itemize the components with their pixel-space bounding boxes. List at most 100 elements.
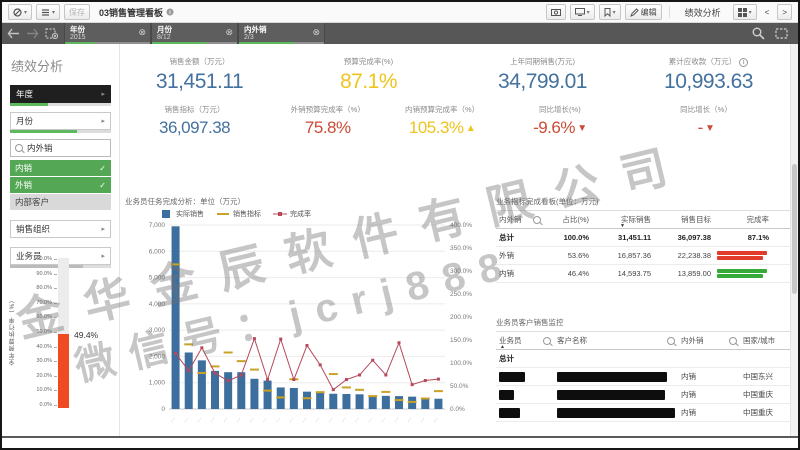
search-icon[interactable] (729, 337, 737, 345)
kpi-kpi_row2-3[interactable]: 内销预算完成率（%）105.3% ▲ (386, 104, 497, 138)
rate-point-marker[interactable] (200, 346, 203, 349)
selection-chip-月份[interactable]: 月份8/12⊗ (151, 23, 238, 44)
target-dash-marker[interactable] (421, 397, 430, 399)
selection-chip-年份[interactable]: 年份2015⊗ (64, 23, 151, 44)
column-header-内外销[interactable]: 内外销 (678, 332, 740, 350)
target-completion-table[interactable]: 内外销占比(%)实际销售▼销售目标完成率上年同期总计100.0%31,451.1… (496, 210, 800, 283)
bar-actual-sales[interactable] (395, 396, 403, 409)
bar-actual-sales[interactable] (172, 226, 180, 409)
kpi-kpi_row2-4[interactable]: 同比增长(%)-9.6% ▼ (498, 104, 622, 138)
salesperson-task-chart[interactable]: 业务员任务完成分析：单位（万元） 实际销售销售指标完成率 01,0002,000… (125, 196, 493, 436)
table-row[interactable]: 内销中国东兴 (496, 368, 800, 386)
search-icon[interactable] (543, 337, 551, 345)
rate-point-marker[interactable] (187, 369, 190, 372)
clear-filter-icon[interactable]: ⊗ (312, 27, 320, 38)
bar-actual-sales[interactable] (290, 388, 298, 409)
storytelling-button[interactable]: ▾ (570, 4, 595, 20)
clear-selections-icon[interactable] (45, 28, 58, 39)
rate-point-marker[interactable] (240, 373, 243, 376)
target-dash-marker[interactable] (355, 389, 364, 391)
filter-sales-org[interactable]: 销售组织 ▸ (10, 220, 111, 238)
cell-customer-name[interactable] (554, 368, 678, 386)
bar-actual-sales[interactable] (356, 394, 364, 409)
rate-point-marker[interactable] (398, 341, 401, 344)
navigation-menu-button[interactable]: ▾ (8, 4, 32, 20)
cell-salesperson[interactable] (496, 404, 554, 422)
selections-forward-icon[interactable] (26, 28, 39, 39)
target-dash-marker[interactable] (316, 391, 325, 393)
target-dash-marker[interactable] (197, 372, 206, 374)
bar-actual-sales[interactable] (382, 396, 390, 409)
cell-salesperson[interactable] (496, 386, 554, 404)
selections-back-icon[interactable] (7, 28, 20, 39)
kpi-kpi_row2-2[interactable]: 外销预算完成率（%）75.8% (269, 104, 386, 138)
bar-actual-sales[interactable] (264, 381, 272, 409)
rate-point-marker[interactable] (319, 363, 322, 366)
bar-actual-sales[interactable] (369, 395, 377, 409)
bar-actual-sales[interactable] (329, 394, 337, 409)
rate-point-marker[interactable] (384, 373, 387, 376)
column-header-实际销售[interactable]: 实际销售▼ (592, 211, 654, 229)
cell-salesperson[interactable]: 总计 (496, 350, 554, 368)
prev-sheet-button[interactable]: < (761, 5, 774, 19)
column-header-业务员[interactable]: 业务员▲ (496, 332, 554, 350)
save-button[interactable]: 保存 (64, 4, 90, 20)
target-dash-marker[interactable] (263, 390, 272, 392)
table-row[interactable]: 内销46.4%14,593.7513,859.0011,917.11 (496, 265, 800, 283)
search-input[interactable]: 内外销 (10, 139, 111, 157)
rate-point-marker[interactable] (424, 379, 427, 382)
rate-point-marker[interactable] (253, 337, 256, 340)
table-row[interactable]: 内销中国重庆 (496, 404, 800, 422)
table-row[interactable]: 总计 (496, 350, 800, 368)
rate-point-marker[interactable] (332, 388, 335, 391)
column-header-占比(%)[interactable]: 占比(%) (548, 211, 592, 229)
clear-filter-icon[interactable]: ⊗ (138, 27, 146, 38)
rate-point-marker[interactable] (227, 379, 230, 382)
target-dash-marker[interactable] (184, 343, 193, 345)
target-dash-marker[interactable] (342, 386, 351, 388)
rate-point-marker[interactable] (345, 378, 348, 381)
target-dash-marker[interactable] (408, 401, 417, 403)
combo-chart-svg[interactable]: 01,0002,0003,0004,0005,0006,0007,0000.0%… (125, 219, 491, 437)
rate-point-marker[interactable] (174, 352, 177, 355)
target-dash-marker[interactable] (434, 390, 443, 392)
kpi-kpi_row1-2[interactable]: 预算完成率(%)87.1% (279, 56, 458, 94)
column-header-完成率[interactable]: 完成率 (714, 211, 772, 229)
target-dash-marker[interactable] (276, 396, 285, 398)
bar-actual-sales[interactable] (237, 372, 245, 409)
bar-actual-sales[interactable] (198, 360, 206, 409)
cell-salesperson[interactable] (496, 368, 554, 386)
kpi-kpi_row2-1[interactable]: 销售指标（万元）36,097.38 (120, 104, 269, 138)
rate-point-marker[interactable] (306, 344, 309, 347)
cell-customer-name[interactable] (554, 350, 678, 368)
selections-tool-icon[interactable] (775, 28, 788, 39)
target-dash-marker[interactable] (171, 263, 180, 265)
kpi-kpi_row1-3[interactable]: 上年同期销售(万元)34,799.01 (458, 56, 627, 94)
bar-actual-sales[interactable] (224, 372, 232, 409)
target-dash-marker[interactable] (250, 369, 259, 371)
bar-actual-sales[interactable] (342, 394, 350, 409)
rate-point-marker[interactable] (214, 372, 217, 375)
rate-point-marker[interactable] (437, 378, 440, 381)
rate-point-marker[interactable] (411, 383, 414, 386)
sheet-list-button[interactable]: ▾ (733, 4, 757, 20)
rate-point-marker[interactable] (266, 378, 269, 381)
search-icon[interactable] (533, 216, 541, 224)
bar-actual-sales[interactable] (211, 371, 219, 409)
list-menu-button[interactable]: ▾ (36, 4, 60, 20)
rate-point-marker[interactable] (292, 378, 295, 381)
table-row[interactable]: 总计100.0%31,451.1136,097.3887.1%34,799.01 (496, 229, 800, 247)
cell-customer-name[interactable] (554, 386, 678, 404)
rate-point-marker[interactable] (358, 373, 361, 376)
rate-point-marker[interactable] (279, 338, 282, 341)
filter-month[interactable]: 月份 ▸ (10, 112, 111, 130)
bar-actual-sales[interactable] (434, 399, 442, 409)
bar-actual-sales[interactable] (185, 352, 193, 409)
page-scrollbar[interactable] (790, 44, 798, 436)
target-dash-marker[interactable] (303, 397, 312, 399)
filter-option-内部客户[interactable]: 内部客户 (10, 194, 111, 210)
target-dash-marker[interactable] (329, 373, 338, 375)
scrollbar-thumb[interactable] (792, 164, 797, 294)
bar-actual-sales[interactable] (303, 392, 311, 409)
cell-type[interactable]: 内销 (678, 368, 740, 386)
